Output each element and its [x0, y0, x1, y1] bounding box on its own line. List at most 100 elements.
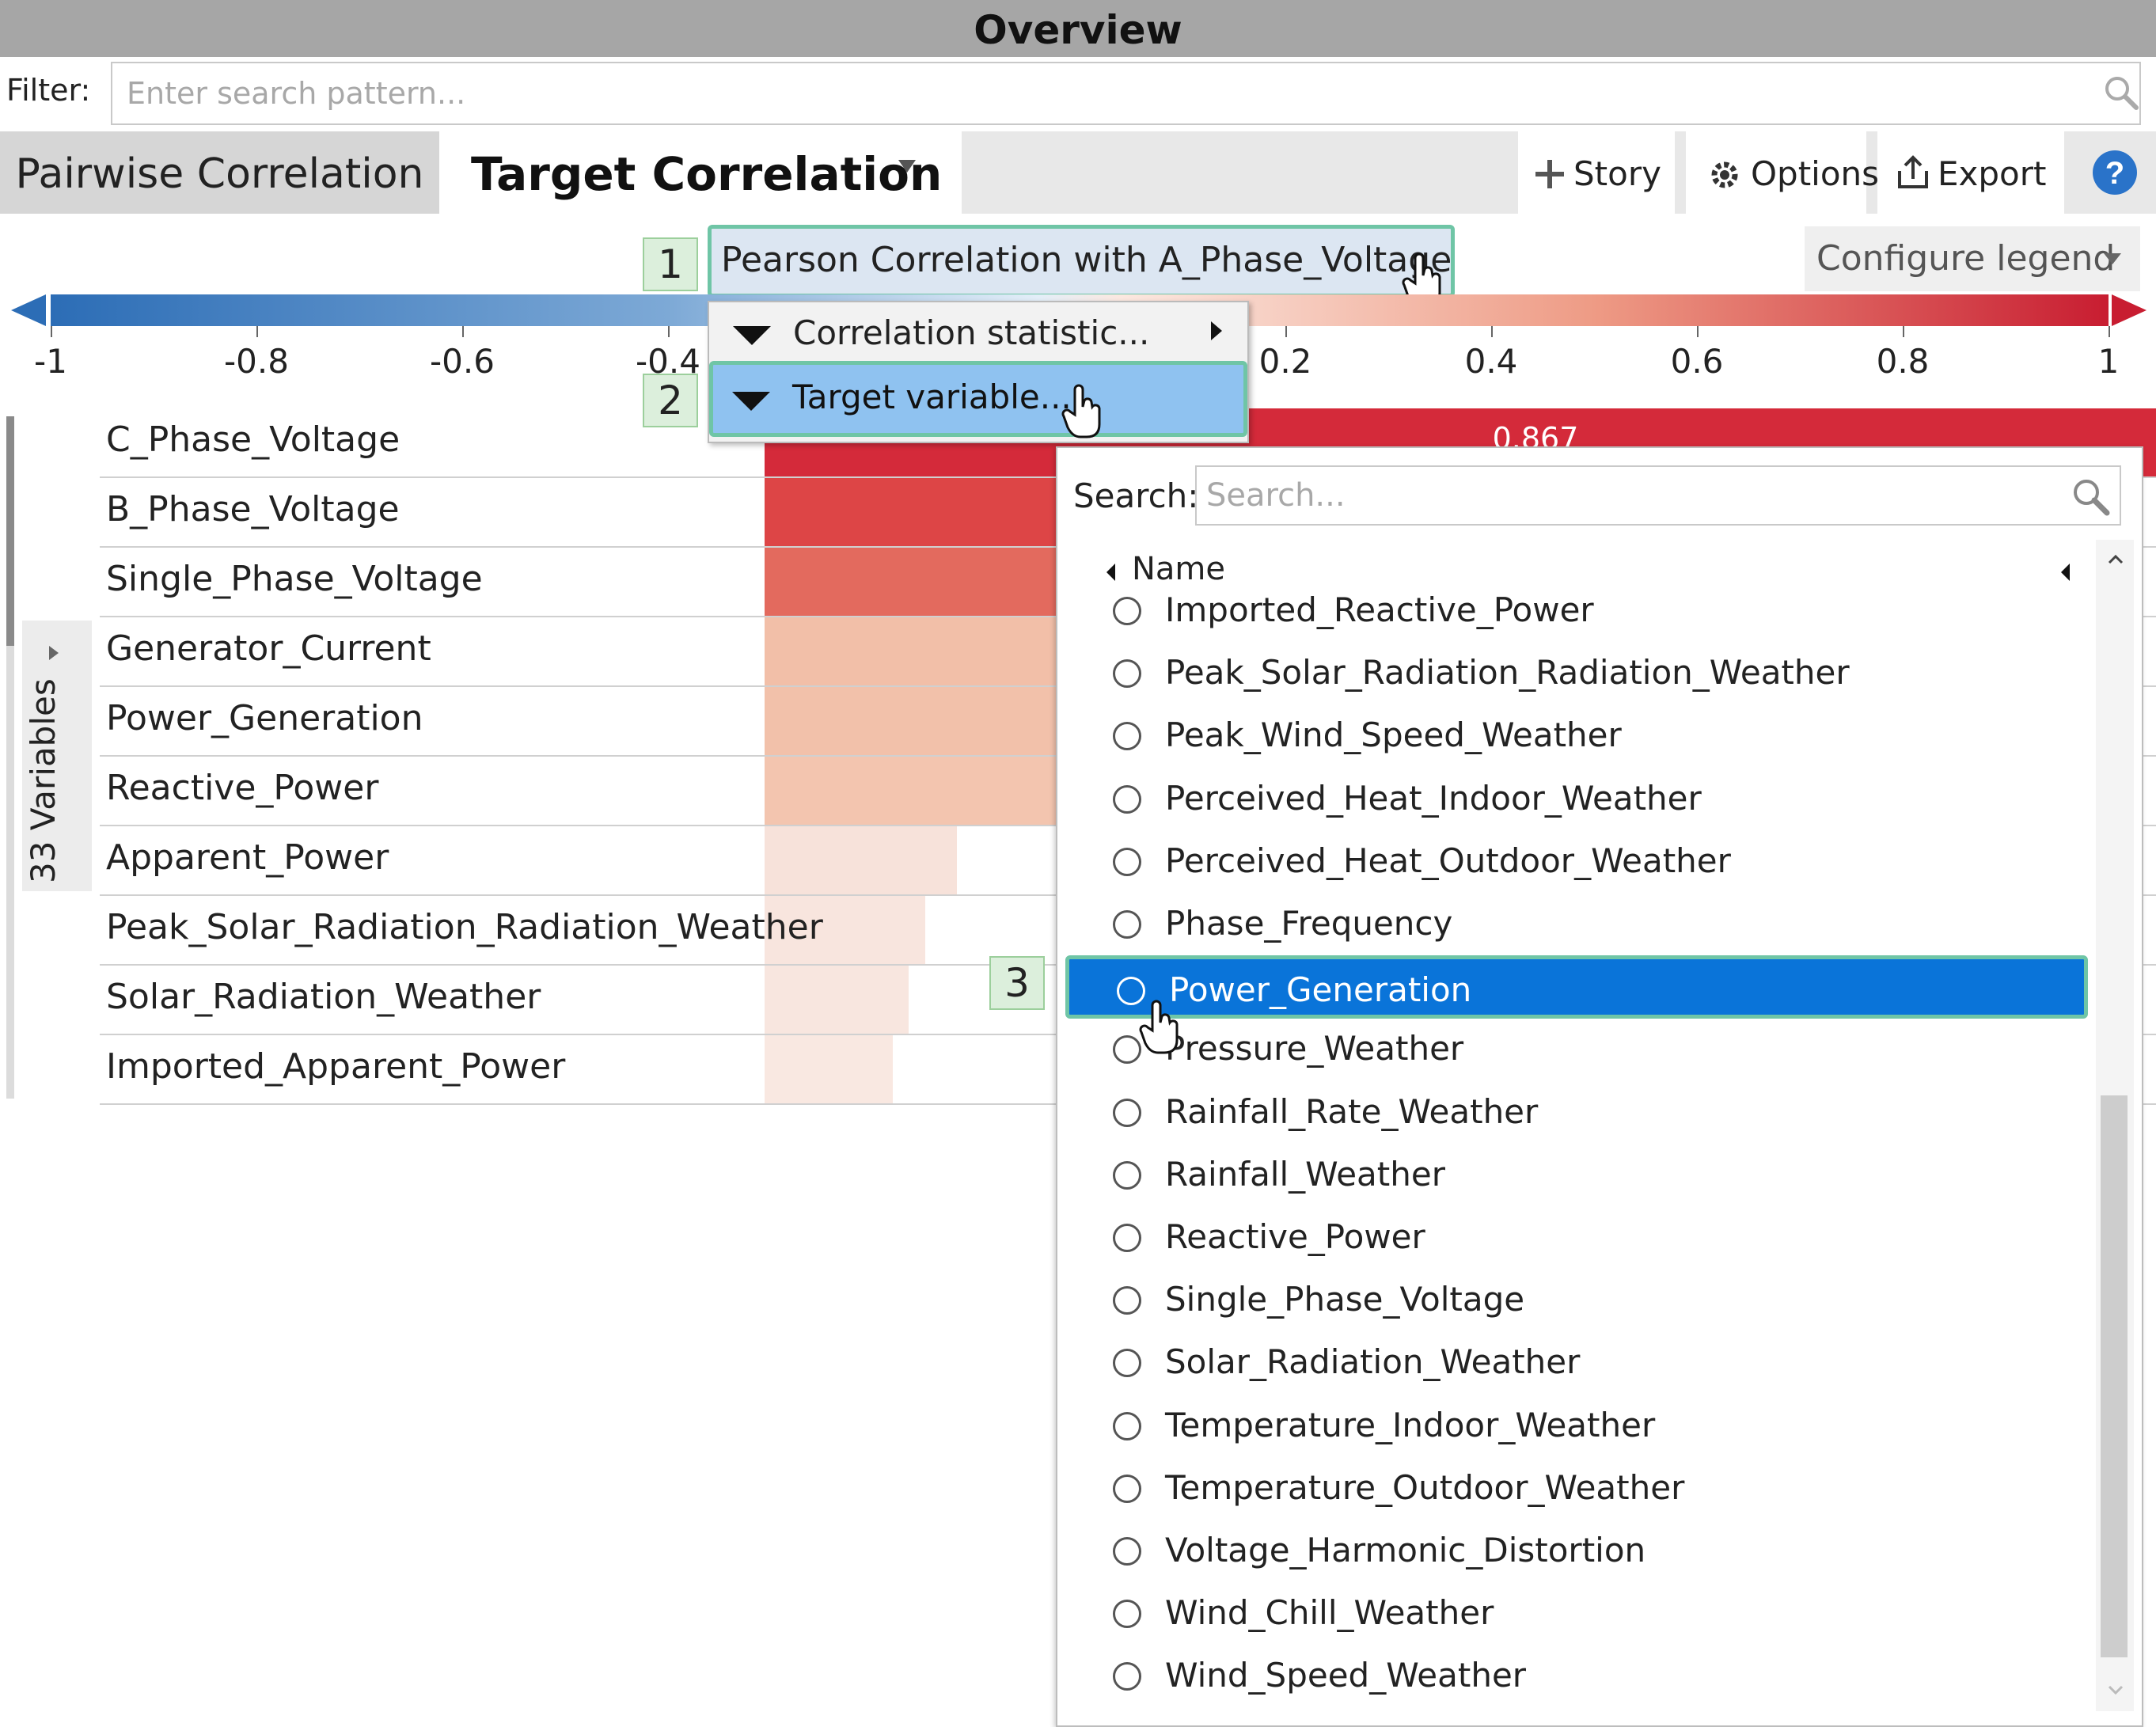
search-icon[interactable] [2069, 475, 2112, 518]
menu-item-target-variable[interactable]: Target variable... [709, 361, 1247, 437]
variable-option[interactable]: Rainfall_Weather [1065, 1144, 2088, 1207]
legend-tick [462, 326, 464, 337]
option-label: Temperature_Outdoor_Weather [1165, 1468, 1685, 1507]
variable-option[interactable]: Pressure_Weather [1065, 1018, 2088, 1081]
export-button[interactable]: Export [1877, 131, 2064, 214]
step-annotation-2: 2 [643, 374, 698, 427]
legend-tick-label: -0.8 [224, 342, 289, 381]
variable-option[interactable]: Wind_Speed_Weather [1065, 1645, 2088, 1708]
variable-option[interactable]: Wind_Chill_Weather [1065, 1582, 2088, 1645]
target-variable-dropdown: Search: Name Imported_Reactive_PowerPeak… [1056, 446, 2143, 1727]
option-label: Voltage_Harmonic_Distortion [1165, 1531, 1646, 1569]
radio-button[interactable] [1113, 659, 1141, 688]
radio-button[interactable] [1113, 848, 1141, 876]
radio-button[interactable] [1113, 1224, 1141, 1252]
radio-button[interactable] [1113, 1475, 1141, 1503]
radio-button[interactable] [1113, 1161, 1141, 1190]
option-label: Rainfall_Rate_Weather [1165, 1092, 1539, 1131]
variable-name: Peak_Solar_Radiation_Radiation_Weather [106, 907, 823, 947]
variable-name: Imported_Apparent_Power [106, 1046, 566, 1087]
radio-button[interactable] [1113, 1412, 1141, 1440]
legend-tick [1697, 326, 1699, 337]
sort-right-icon[interactable] [2061, 564, 2070, 581]
legend-max-arrow-icon [2112, 294, 2147, 326]
add-story-button[interactable]: Story [1518, 131, 1675, 214]
tab-target-label: Target Correlation [471, 147, 943, 201]
correlation-selector-label: Pearson Correlation with A_Phase_Voltage [721, 240, 1452, 280]
menu-item-label: Target variable... [792, 378, 1072, 416]
radio-button[interactable] [1113, 1286, 1141, 1315]
variable-option[interactable]: Rainfall_Rate_Weather [1065, 1081, 2088, 1144]
legend-tick-label: 0.2 [1258, 342, 1312, 381]
radio-button[interactable] [1113, 597, 1141, 625]
radio-button[interactable] [1113, 722, 1141, 750]
step-annotation-3: 3 [989, 956, 1045, 1010]
radio-button[interactable] [1113, 785, 1141, 814]
option-label: Perceived_Heat_Indoor_Weather [1165, 779, 1702, 818]
variable-option[interactable]: Peak_Solar_Radiation_Radiation_Weather [1065, 642, 2088, 705]
chevron-up-icon[interactable] [2107, 551, 2124, 568]
legend-tick [1491, 326, 1493, 337]
radio-button[interactable] [1113, 1662, 1141, 1691]
radio-button[interactable] [1113, 1349, 1141, 1377]
filter-input[interactable] [111, 62, 2141, 125]
export-label: Export [1938, 154, 2047, 193]
variable-option[interactable]: Imported_Reactive_Power [1065, 579, 2088, 643]
tab-pairwise-correlation[interactable]: Pairwise Correlation [0, 131, 439, 214]
chevron-down-icon[interactable] [898, 160, 916, 173]
menu-item-correlation-statistic[interactable]: Correlation statistic... [709, 302, 1247, 366]
sort-left-icon[interactable] [1106, 564, 1115, 581]
variable-option[interactable]: Perceived_Heat_Indoor_Weather [1065, 768, 2088, 831]
variable-name: Apparent_Power [106, 837, 389, 878]
legend-tick [1903, 326, 1904, 337]
variable-option[interactable]: Temperature_Indoor_Weather [1065, 1395, 2088, 1458]
correlation-selector-button[interactable]: Pearson Correlation with A_Phase_Voltage [708, 225, 1455, 298]
radio-button[interactable] [1113, 910, 1141, 939]
variable-option[interactable]: Reactive_Power [1065, 1206, 2088, 1270]
variable-name: C_Phase_Voltage [106, 419, 400, 460]
options-button[interactable]: Options [1686, 131, 1879, 214]
left-scrollbar-thumb[interactable] [6, 416, 14, 646]
configure-legend-dropdown[interactable]: Configure legend [1805, 226, 2140, 291]
radio-button[interactable] [1113, 1537, 1141, 1566]
radio-button[interactable] [1113, 1035, 1141, 1064]
radio-button[interactable] [1113, 1600, 1141, 1628]
radio-button[interactable] [1113, 1099, 1141, 1127]
option-label: Peak_Wind_Speed_Weather [1165, 715, 1622, 754]
window-title: Overview [974, 7, 1182, 53]
legend-tick [2109, 326, 2110, 337]
variable-option[interactable]: Single_Phase_Voltage [1065, 1269, 2088, 1332]
legend-tick-label: 0.6 [1670, 342, 1724, 381]
tab-target-correlation[interactable]: Target Correlation [439, 131, 962, 217]
option-label: Phase_Frequency [1165, 904, 1453, 943]
caret-down-icon [732, 392, 770, 411]
chevron-down-icon[interactable] [2107, 1681, 2124, 1699]
legend-tick-label: -1 [34, 342, 67, 381]
search-input[interactable] [1195, 465, 2121, 526]
variable-option[interactable]: Perceived_Heat_Outdoor_Weather [1065, 830, 2088, 894]
option-label: Imported_Reactive_Power [1165, 590, 1594, 629]
list-scrollbar-thumb[interactable] [2101, 1095, 2128, 1657]
variable-option[interactable]: Voltage_Harmonic_Distortion [1065, 1520, 2088, 1583]
help-icon[interactable]: ? [2074, 131, 2156, 214]
variable-option[interactable]: Solar_Radiation_Weather [1065, 1331, 2088, 1395]
variable-option[interactable]: Power_Generation [1065, 955, 2088, 1019]
variable-name: Power_Generation [106, 698, 423, 738]
chevron-right-icon[interactable] [49, 646, 59, 660]
variables-count-label: 33 Variables [24, 678, 63, 883]
variable-option[interactable]: Phase_Frequency [1065, 893, 2088, 956]
plus-icon [1535, 160, 1564, 188]
correlation-bar [765, 826, 957, 894]
option-label: Wind_Speed_Weather [1165, 1656, 1527, 1695]
search-icon[interactable] [2101, 73, 2141, 112]
variable-name: Generator_Current [106, 628, 431, 669]
variable-option[interactable]: Temperature_Outdoor_Weather [1065, 1457, 2088, 1520]
hand-cursor-icon [1139, 1000, 1179, 1054]
story-label: Story [1573, 154, 1661, 193]
option-label: Rainfall_Weather [1165, 1155, 1445, 1194]
step-annotation-1: 1 [643, 237, 698, 291]
legend-min-arrow-icon [11, 294, 46, 326]
variable-option[interactable]: Peak_Wind_Speed_Weather [1065, 704, 2088, 768]
option-label: Single_Phase_Voltage [1165, 1280, 1525, 1319]
variable-name: Single_Phase_Voltage [106, 559, 483, 599]
